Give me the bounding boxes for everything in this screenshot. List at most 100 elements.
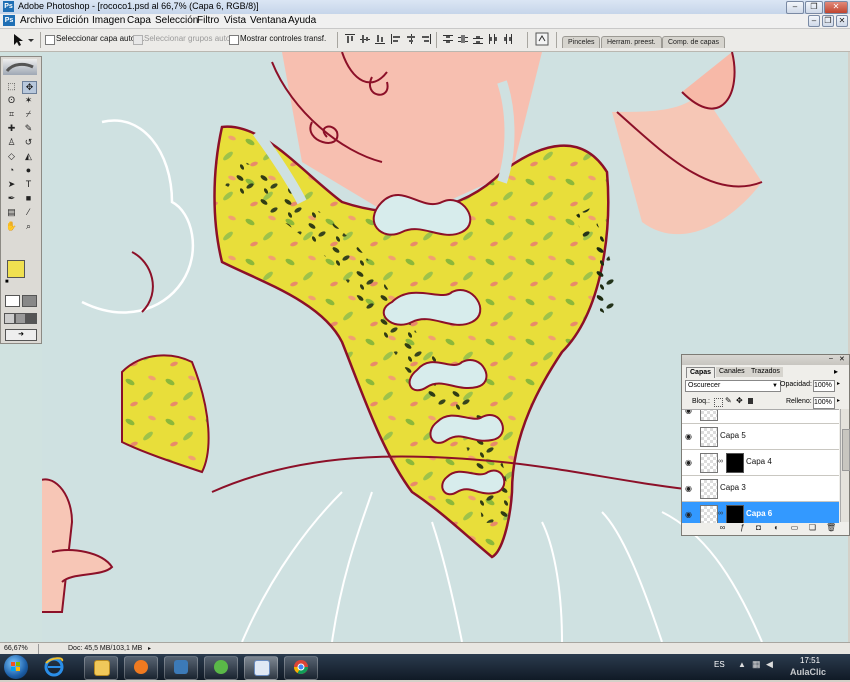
- move-tool-preset-icon[interactable]: [12, 33, 36, 47]
- layer-row[interactable]: ◉: [682, 410, 839, 424]
- messenger-icon[interactable]: [204, 656, 238, 680]
- marquee-tool-icon[interactable]: ⬚: [5, 81, 18, 92]
- distribute-left-icon[interactable]: [488, 34, 498, 44]
- layer-row[interactable]: ◉ Capa 5: [682, 424, 839, 450]
- show-transform-controls-checkbox[interactable]: [229, 35, 239, 45]
- default-colors-icon[interactable]: ■: [5, 279, 12, 286]
- clock-time[interactable]: 17:51: [800, 656, 820, 665]
- paint-bucket-tool-icon[interactable]: ◭: [22, 151, 35, 162]
- file-browser-icon[interactable]: [535, 32, 549, 46]
- dodge-tool-icon[interactable]: ●: [22, 165, 35, 176]
- delete-layer-icon[interactable]: 🗑: [826, 524, 836, 532]
- lock-image-icon[interactable]: ✎: [725, 396, 732, 405]
- status-arrow-icon[interactable]: ▸: [148, 645, 151, 652]
- stamp-tool-icon[interactable]: ♙: [5, 137, 18, 148]
- restore-icon[interactable]: ❐: [805, 1, 823, 14]
- panel-minimize-icon[interactable]: –: [829, 355, 833, 362]
- standard-mode-icon[interactable]: [5, 295, 20, 307]
- explorer-icon[interactable]: [84, 656, 118, 680]
- link-layers-icon[interactable]: ∞: [718, 524, 727, 532]
- eye-icon[interactable]: ◉: [685, 484, 695, 493]
- layer-row[interactable]: ◉ ∞ Capa 6: [682, 502, 839, 523]
- align-top-icon[interactable]: [345, 34, 355, 44]
- tab-channels[interactable]: Canales: [716, 367, 748, 377]
- screen-mode-standard-icon[interactable]: [4, 313, 15, 324]
- eye-icon[interactable]: ◉: [685, 510, 695, 519]
- crop-tool-icon[interactable]: ⌗: [5, 109, 18, 120]
- healing-tool-icon[interactable]: ✚: [5, 123, 18, 134]
- opacity-input[interactable]: 100%: [813, 380, 835, 392]
- brush-tool-icon[interactable]: ✎: [22, 123, 35, 134]
- align-right-icon[interactable]: [421, 34, 431, 44]
- minimize-icon[interactable]: –: [786, 1, 804, 14]
- screen-mode-full-icon[interactable]: [26, 313, 37, 324]
- menu-imagen[interactable]: Imagen: [92, 15, 125, 26]
- eye-icon[interactable]: ◉: [685, 458, 695, 467]
- eye-icon[interactable]: ◉: [685, 410, 695, 415]
- ie-icon[interactable]: [44, 657, 64, 677]
- fill-arrow-icon[interactable]: ▸: [837, 397, 840, 404]
- well-tab-layer-comps[interactable]: Comp. de capas: [662, 36, 725, 48]
- network-icon[interactable]: ▦: [752, 659, 761, 670]
- tray-arrow-icon[interactable]: ▲: [738, 660, 746, 669]
- lock-transparency-icon[interactable]: [714, 398, 723, 407]
- lock-all-icon[interactable]: [748, 398, 753, 404]
- distribute-top-icon[interactable]: [443, 34, 453, 44]
- document-canvas[interactable]: [42, 52, 848, 642]
- menu-capa[interactable]: Capa: [127, 15, 151, 26]
- opacity-arrow-icon[interactable]: ▸: [837, 380, 840, 387]
- panel-header[interactable]: – ✕: [682, 355, 849, 365]
- layer-row[interactable]: ◉ Capa 3: [682, 476, 839, 502]
- eraser-tool-icon[interactable]: ◇: [5, 151, 18, 162]
- panel-menu-icon[interactable]: ▸: [834, 367, 838, 376]
- menu-seleccion[interactable]: Selección: [155, 15, 198, 26]
- doc-minimize-icon[interactable]: –: [808, 15, 820, 27]
- mask-link-icon[interactable]: ∞: [718, 458, 723, 465]
- mask-link-icon[interactable]: ∞: [718, 510, 723, 517]
- hand-tool-icon[interactable]: ✋: [5, 221, 18, 232]
- doc-close-icon[interactable]: ✕: [836, 15, 848, 27]
- layer-style-icon[interactable]: ƒ: [738, 524, 747, 532]
- menu-ayuda[interactable]: Ayuda: [288, 15, 316, 26]
- foreground-color-swatch[interactable]: [7, 260, 25, 278]
- app-icon[interactable]: [164, 656, 198, 680]
- slice-tool-icon[interactable]: ⌿: [22, 109, 35, 120]
- distribute-right-icon[interactable]: [503, 34, 513, 44]
- path-select-tool-icon[interactable]: ➤: [5, 179, 18, 190]
- close-icon[interactable]: ✕: [824, 1, 848, 14]
- zoom-level[interactable]: 66,67%: [4, 645, 28, 652]
- align-hcenter-icon[interactable]: [406, 34, 416, 44]
- well-tab-tool-presets[interactable]: Herram. preest.: [601, 36, 662, 48]
- layer-mask-thumbnail[interactable]: [726, 453, 744, 473]
- tab-paths[interactable]: Trazados: [748, 367, 783, 377]
- history-brush-tool-icon[interactable]: ↺: [22, 137, 35, 148]
- layers-scrollbar[interactable]: [840, 409, 850, 522]
- move-tool-icon[interactable]: ✥: [22, 81, 37, 94]
- notes-tool-icon[interactable]: ▤: [5, 207, 18, 218]
- chrome-icon[interactable]: [284, 656, 318, 680]
- adjustment-layer-icon[interactable]: ◐: [772, 524, 781, 532]
- align-bottom-icon[interactable]: [375, 34, 385, 44]
- menu-ventana[interactable]: Ventana: [250, 15, 287, 26]
- panel-close-icon[interactable]: ✕: [839, 355, 845, 363]
- well-tab-brushes[interactable]: Pinceles: [562, 36, 601, 48]
- zoom-tool-icon[interactable]: ⌕: [22, 221, 35, 232]
- blend-mode-select[interactable]: Oscurecer ▼: [685, 380, 781, 392]
- tab-layers[interactable]: Capas: [686, 367, 716, 378]
- align-vcenter-icon[interactable]: [360, 34, 370, 44]
- new-group-icon[interactable]: ▭: [790, 524, 799, 532]
- type-tool-icon[interactable]: T: [22, 179, 35, 190]
- eye-icon[interactable]: ◉: [685, 432, 695, 441]
- align-left-icon[interactable]: [391, 34, 401, 44]
- pen-tool-icon[interactable]: ✒: [5, 193, 18, 204]
- language-indicator[interactable]: ES: [714, 660, 725, 669]
- jump-to-imageready-icon[interactable]: ➜: [5, 329, 37, 341]
- menu-filtro[interactable]: Filtro: [197, 15, 219, 26]
- blur-tool-icon[interactable]: ◔: [5, 165, 18, 176]
- layer-mask-thumbnail[interactable]: [726, 505, 744, 523]
- distribute-vcenter-icon[interactable]: [458, 34, 468, 44]
- screen-mode-full-menu-icon[interactable]: [15, 313, 26, 324]
- photoshop-icon[interactable]: [244, 656, 278, 680]
- layer-row[interactable]: ◉ ∞ Capa 4: [682, 450, 839, 476]
- quick-mask-icon[interactable]: [22, 295, 37, 307]
